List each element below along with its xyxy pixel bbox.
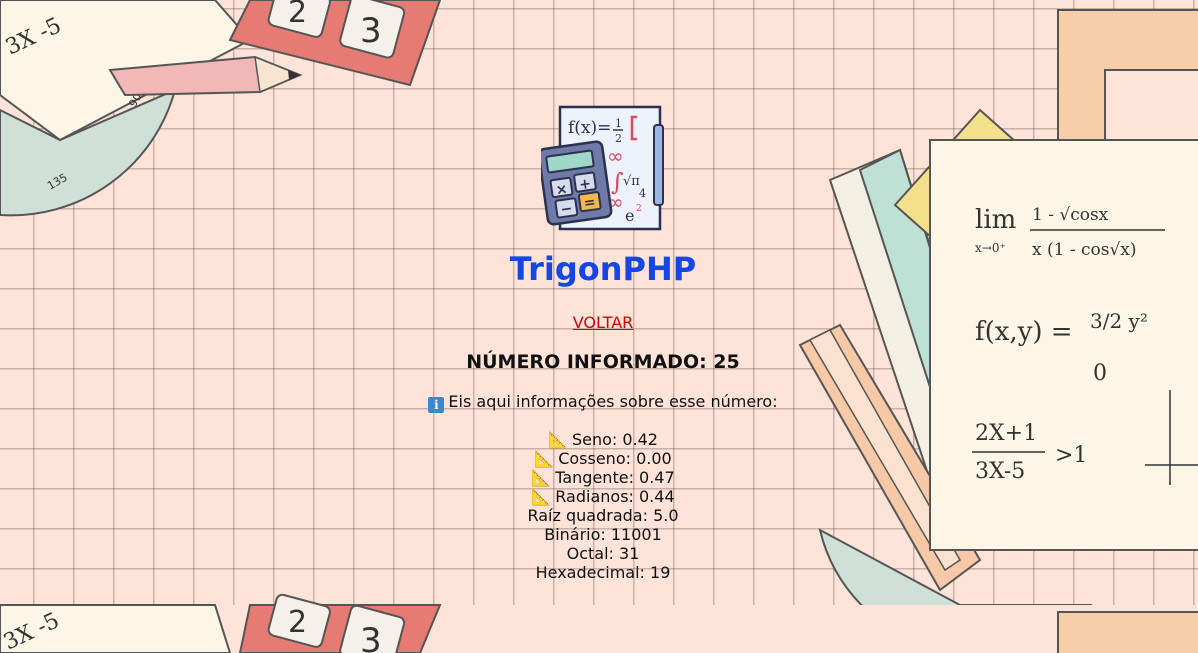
svg-text:f(x)=: f(x)= — [568, 118, 611, 138]
svg-text:√π: √π — [623, 174, 640, 189]
svg-text:+: + — [578, 176, 592, 193]
svg-text:×: × — [555, 181, 569, 198]
result-tangente: 📐 Tangente: 0.47 — [0, 468, 1198, 487]
ruler-top-right — [1057, 9, 1198, 161]
triangular-ruler-icon: 📐 — [534, 449, 555, 468]
result-hexadecimal: Hexadecimal: 19 — [535, 563, 671, 582]
svg-text:−: − — [560, 201, 574, 218]
svg-text:∞: ∞ — [607, 144, 624, 168]
info-line: i Eis aqui informações sobre esse número: — [0, 392, 1198, 413]
results-list: 📐 Seno: 0.42 📐 Cosseno: 0.00 📐 Tangente: 0.… — [0, 430, 1198, 582]
number-heading: NÚMERO INFORMADO: 25 — [466, 351, 740, 373]
app-title: TrigonPHP — [509, 250, 697, 288]
svg-text:=: = — [583, 194, 597, 211]
cosseno-text: Cosseno: 0.00 — [558, 449, 672, 468]
svg-text:1 - √cosx: 1 - √cosx — [1032, 205, 1109, 225]
svg-text:3: 3 — [360, 621, 382, 653]
svg-text:e: e — [625, 206, 634, 225]
seno-text: Seno: 0.42 — [571, 430, 658, 449]
svg-text:1: 1 — [615, 117, 622, 130]
triangular-ruler-icon: 📐 — [531, 468, 552, 487]
result-raiz: Raíz quadrada: 5.0 — [527, 506, 679, 525]
bottom-strip: 3X -5 2 3 — [0, 593, 1198, 653]
result-seno: 📐 Seno: 0.42 — [0, 430, 1198, 449]
svg-text:2: 2 — [636, 204, 642, 214]
back-link[interactable]: VOLTAR — [573, 313, 634, 332]
radianos-text: Radianos: 0.44 — [555, 487, 675, 506]
result-octal: Octal: 31 — [566, 544, 640, 563]
svg-text:lim: lim — [975, 205, 1016, 235]
calculator-formula-logo: f(x)= 1 2 ∞ ∫ √π 4 ∞ e 2 × + − = — [541, 105, 664, 231]
result-cosseno: 📐 Cosseno: 0.00 — [0, 449, 1198, 468]
back-link-container: VOLTAR — [0, 313, 1198, 332]
triangular-ruler-icon: 📐 — [531, 487, 552, 506]
information-icon: i — [428, 397, 445, 413]
triangular-ruler-icon: 📐 — [548, 430, 568, 449]
result-radianos: 📐 Radianos: 0.44 — [0, 487, 1198, 506]
svg-text:2: 2 — [288, 605, 307, 640]
svg-text:3: 3 — [360, 11, 382, 51]
info-text: Eis aqui informações sobre esse número: — [448, 392, 778, 411]
tangente-text: Tangente: 0.47 — [555, 468, 675, 487]
svg-text:4: 4 — [639, 187, 646, 200]
svg-text:2: 2 — [288, 0, 307, 30]
result-binario: Binário: 11001 — [544, 525, 662, 544]
